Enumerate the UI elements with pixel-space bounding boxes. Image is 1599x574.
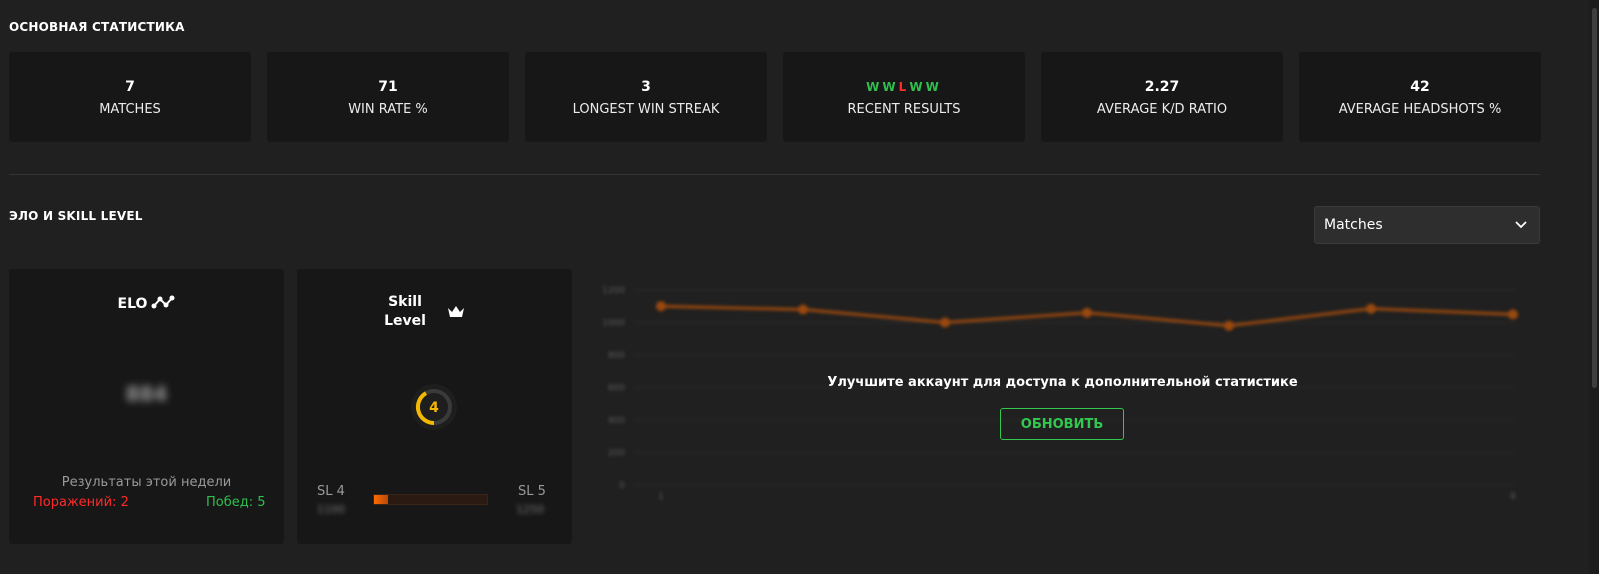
section-title-elo-skill: ЭЛО И SKILL LEVEL	[9, 209, 143, 223]
stat-value: 3	[641, 78, 651, 95]
week-losses: Поражений: 2	[33, 495, 129, 510]
result-item: W	[866, 79, 883, 94]
stats-row: 7 MATCHES 71 WIN RATE % 3 LONGEST WIN ST…	[9, 52, 1541, 142]
chevron-down-icon	[1515, 221, 1527, 229]
stat-card-recent-results: W W L W W RECENT RESULTS	[783, 52, 1025, 142]
result-item: W	[882, 79, 899, 94]
chart-point	[1082, 307, 1092, 318]
elo-trend-icon	[151, 295, 175, 313]
chart-x-tick: 8	[1510, 492, 1516, 502]
section-title-main-stats: ОСНОВНАЯ СТАТИСТИКА	[9, 20, 185, 34]
scrollbar[interactable]	[1589, 0, 1599, 574]
result-item: L	[898, 79, 910, 94]
stat-value: 7	[125, 78, 135, 95]
result-item: W	[925, 79, 942, 94]
skill-title-line: Level	[384, 313, 426, 329]
chart-y-tick: 800	[608, 351, 625, 361]
chart-y-tick: 200	[608, 449, 625, 459]
sl-current-elo-blurred: 1100	[317, 503, 345, 516]
stat-value: 42	[1410, 78, 1430, 95]
stat-label: RECENT RESULTS	[847, 101, 961, 117]
elo-chart: 1200 1000 800 600 400 200 0 1 8	[585, 275, 1540, 510]
scrollbar-thumb[interactable]	[1592, 8, 1597, 388]
week-results-title: Результаты этой недели	[61, 475, 232, 490]
stat-label: LONGEST WIN STREAK	[572, 101, 720, 117]
elo-chart-svg: 1200100080060040020001 8	[602, 286, 1518, 502]
stat-card-win-rate: 71 WIN RATE %	[267, 52, 509, 142]
stat-label: MATCHES	[99, 101, 161, 117]
skill-progress-fill	[374, 495, 388, 504]
sl-next-elo-blurred: 1250	[516, 503, 544, 516]
sl-current-label: SL 4	[317, 484, 345, 499]
dropdown-selected-value: Matches	[1324, 217, 1383, 233]
chart-point	[1508, 309, 1518, 320]
skill-level-badge: 4	[410, 383, 458, 435]
result-item: W	[909, 79, 926, 94]
chart-y-tick: 400	[608, 416, 625, 426]
sl-next-label: SL 5	[518, 484, 546, 499]
chart-point	[1366, 303, 1376, 314]
chart-point	[656, 301, 666, 312]
week-wins: Побед: 5	[206, 495, 266, 510]
crown-icon	[446, 304, 466, 324]
chart-point	[798, 304, 808, 315]
stat-card-kd-ratio: 2.27 AVERAGE K/D RATIO	[1041, 52, 1283, 142]
upgrade-button[interactable]: ОБНОВИТЬ	[1000, 408, 1124, 440]
stat-card-headshots: 42 AVERAGE HEADSHOTS %	[1299, 52, 1541, 142]
chart-y-tick: 1000	[602, 319, 625, 329]
upgrade-message: Улучшите аккаунт для доступа к дополните…	[827, 375, 1298, 390]
stat-value: 2.27	[1144, 78, 1180, 95]
divider	[9, 174, 1540, 175]
elo-value-blurred: 884	[125, 382, 168, 406]
recent-results: W W L W W	[866, 78, 942, 96]
chart-y-tick: 1200	[602, 286, 625, 296]
chart-y-tick: 0	[619, 481, 625, 491]
chart-x-tick: 1	[658, 492, 664, 502]
stat-value: 71	[378, 78, 398, 95]
chart-mode-dropdown[interactable]: Matches	[1314, 206, 1540, 244]
skill-level-number: 4	[429, 400, 439, 416]
stat-label: AVERAGE K/D RATIO	[1096, 101, 1228, 117]
skill-level-title: Skill Level	[370, 293, 440, 331]
chart-point	[1224, 320, 1234, 331]
skill-title-line: Skill	[388, 294, 422, 310]
chart-point	[940, 317, 950, 328]
stat-card-longest-win-streak: 3 LONGEST WIN STREAK	[525, 52, 767, 142]
stat-label: AVERAGE HEADSHOTS %	[1338, 101, 1502, 117]
skill-progress-bar	[373, 494, 488, 505]
elo-title: ELO	[9, 295, 284, 313]
stat-label: WIN RATE %	[348, 101, 428, 117]
elo-label: ELO	[117, 296, 148, 312]
stat-card-matches: 7 MATCHES	[9, 52, 251, 142]
